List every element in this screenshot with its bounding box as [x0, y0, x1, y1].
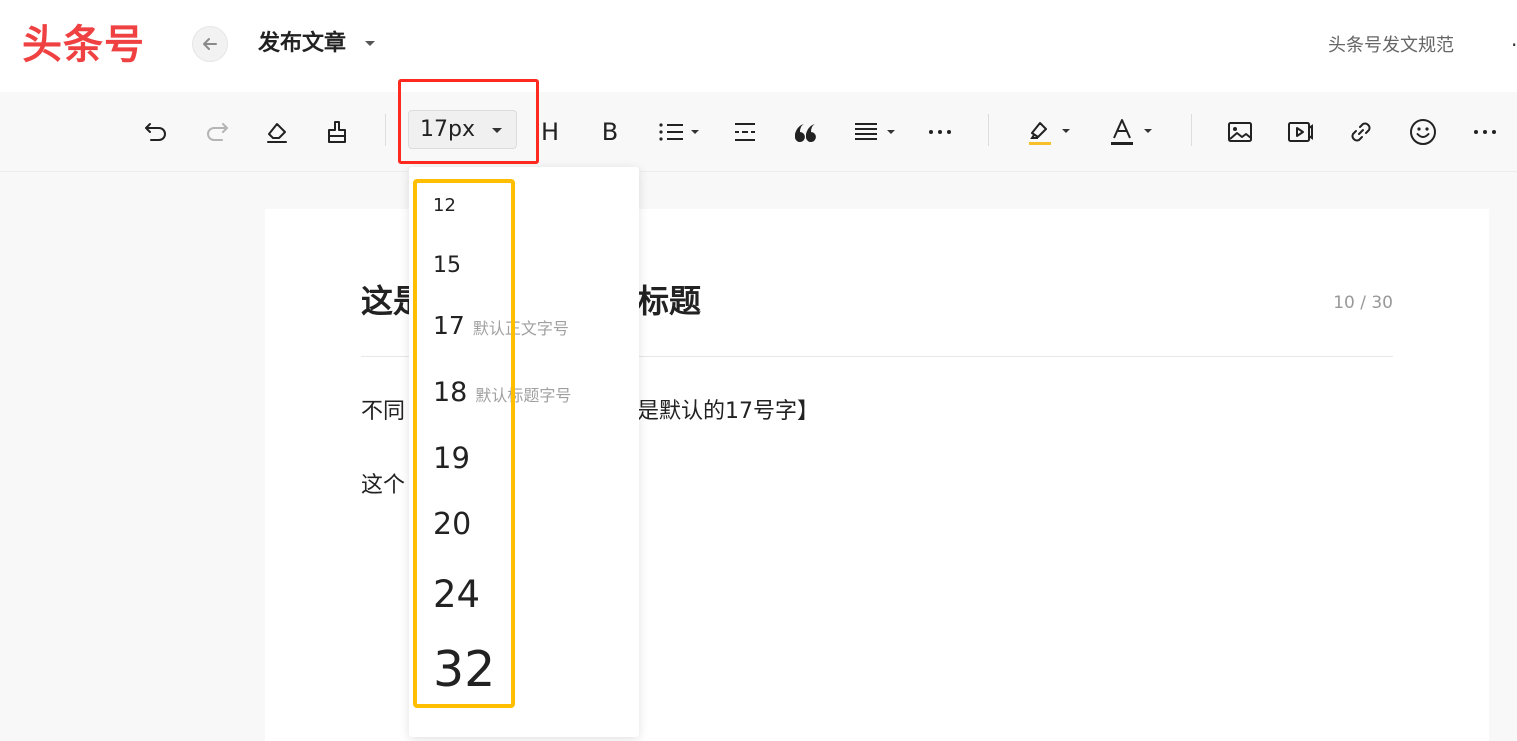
option-note: 默认标题字号: [475, 386, 572, 405]
toolbar-divider: [1191, 114, 1192, 146]
eraser-icon: [267, 123, 287, 143]
top-header: 头条号 发布文章 头条号发文规范 ·: [0, 0, 1517, 92]
divider-icon: [735, 123, 755, 141]
back-button[interactable]: [192, 26, 228, 62]
image-icon: [1228, 122, 1252, 142]
page-title[interactable]: 发布文章: [258, 29, 346, 59]
heading-icon: H: [540, 118, 560, 146]
clear-format-button[interactable]: [261, 116, 293, 148]
quote-button[interactable]: [789, 116, 821, 148]
link-icon: [1351, 122, 1371, 142]
list-icon: [659, 123, 699, 141]
font-size-dropdown: 12 15 17 默认正文字号 18 默认标题字号 19 20 24 32: [409, 167, 639, 737]
option-value: 15: [433, 253, 461, 278]
paragraph-text-end: 是默认的17号字】: [637, 399, 819, 424]
editor-toolbar: 17px H B: [0, 92, 1517, 172]
option-value: 19: [433, 441, 470, 475]
option-value: 18: [433, 377, 468, 408]
chevron-down-icon[interactable]: [364, 40, 376, 48]
chevron-down-icon: [492, 128, 502, 133]
option-value: 12: [433, 195, 456, 216]
insert-image-button[interactable]: [1224, 116, 1256, 148]
option-note: 默认正文字号: [472, 319, 569, 338]
more-icon: [1474, 130, 1496, 134]
toolbar-divider: [988, 114, 989, 146]
header-more[interactable]: ·: [1511, 33, 1517, 57]
article-title-end: 标题: [637, 282, 702, 320]
quote-icon: [795, 124, 816, 142]
list-button[interactable]: [656, 116, 702, 148]
article-paragraph[interactable]: 不同 是默认的17号字】: [361, 397, 819, 427]
option-value: 32: [433, 641, 496, 698]
font-color-button[interactable]: [1108, 116, 1156, 148]
undo-icon: [145, 123, 166, 141]
emoji-icon: [1410, 119, 1436, 145]
insert-video-button[interactable]: [1284, 116, 1316, 148]
align-icon: [855, 123, 895, 140]
font-size-option-20[interactable]: 20: [433, 507, 471, 542]
video-icon: [1288, 122, 1313, 142]
option-value: 20: [433, 507, 472, 542]
redo-icon: [207, 123, 228, 141]
bold-button[interactable]: B: [594, 116, 626, 148]
font-size-value: 17px: [420, 117, 475, 142]
more-tools-button[interactable]: [1469, 116, 1501, 148]
title-char-counter: 10 / 30: [1333, 293, 1393, 313]
redo-button[interactable]: [201, 116, 233, 148]
font-color-icon: [1111, 119, 1152, 145]
font-size-option-32[interactable]: 32: [433, 641, 495, 698]
option-value: 17: [433, 311, 465, 340]
heading-button[interactable]: H: [534, 116, 566, 148]
paragraph-text-start: 这个: [361, 473, 406, 498]
align-button[interactable]: [852, 116, 898, 148]
font-size-option-17[interactable]: 17 默认正文字号: [433, 311, 569, 340]
insert-link-button[interactable]: [1345, 116, 1377, 148]
divider-button[interactable]: [729, 116, 761, 148]
toutiao-logo[interactable]: 头条号: [22, 22, 145, 68]
more-tools-button[interactable]: [924, 116, 956, 148]
format-painter-icon: [328, 121, 346, 143]
more-icon: [929, 130, 951, 134]
bold-icon: B: [601, 118, 619, 146]
toolbar-divider: [385, 114, 386, 146]
font-size-select[interactable]: 17px: [408, 110, 517, 149]
insert-emoji-button[interactable]: [1407, 116, 1439, 148]
highlight-button[interactable]: [1026, 116, 1074, 148]
format-painter-button[interactable]: [321, 116, 353, 148]
highlight-icon: [1029, 122, 1070, 145]
font-size-option-19[interactable]: 19: [433, 441, 470, 475]
font-size-option-15[interactable]: 15: [433, 253, 461, 278]
font-size-option-24[interactable]: 24: [433, 573, 480, 616]
arrow-left-icon: [203, 38, 217, 50]
font-size-option-18[interactable]: 18 默认标题字号: [433, 377, 571, 408]
publishing-guidelines-link[interactable]: 头条号发文规范: [1328, 33, 1454, 59]
article-paragraph[interactable]: 这个: [361, 471, 405, 501]
font-size-option-12[interactable]: 12: [433, 195, 456, 216]
paragraph-text-start: 不同: [361, 399, 406, 424]
undo-button[interactable]: [140, 116, 172, 148]
option-value: 24: [433, 573, 481, 616]
